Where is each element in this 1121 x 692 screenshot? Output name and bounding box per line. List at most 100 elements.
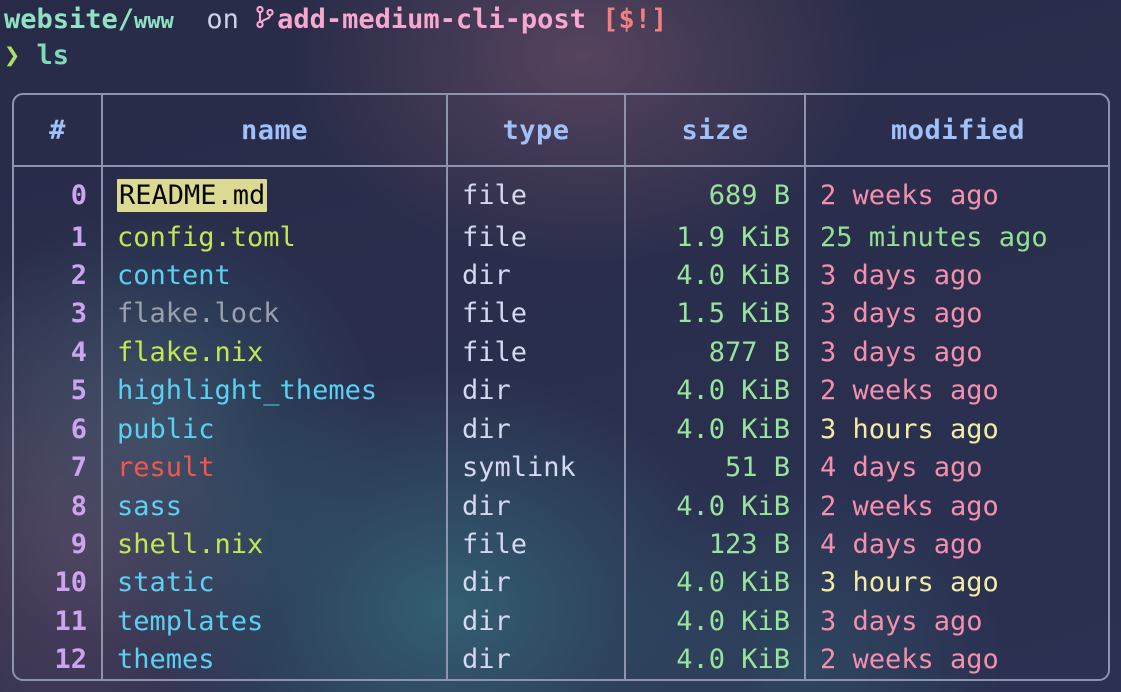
row-file-name[interactable]: public [102,410,448,449]
row-file-modified: 3 days ago [820,260,983,292]
table-row[interactable]: 1 config.toml file 1.9 KiB 25 minutes ago [14,217,1108,257]
row-file-size: 1.9 KiB [625,217,806,257]
terminal-window: website/www on add-medium-cli-post [$!] … [0,0,1121,692]
table-row[interactable]: 8 sass dir 4.0 KiB 2 weeks ago [14,486,1108,526]
table-row[interactable]: 6 public dir 4.0 KiB 3 hours ago [14,410,1108,449]
row-file-modified: 3 days ago [820,298,983,330]
table-row[interactable]: 10 static dir 4.0 KiB 3 hours ago [14,563,1108,603]
prompt-git-status: [$!] [602,4,668,35]
file-name-text: flake.nix [117,336,264,368]
table-row[interactable]: 4 flake.nix file 877 B 3 days ago [14,333,1108,372]
row-file-type: dir [447,640,626,679]
file-name-text: result [117,452,215,484]
table-row[interactable]: 9 shell.nix file 123 B 4 days ago [14,525,1108,564]
row-file-name[interactable]: static [102,563,448,603]
prompt-command-line: ❯ ls [4,38,667,74]
row-file-size: 689 B [625,166,806,218]
row-file-name[interactable]: shell.nix [102,525,448,564]
file-name-text: sass [117,490,183,522]
prompt-context-line: website/www on add-medium-cli-post [$!] [4,2,667,38]
shell-prompt-area: website/www on add-medium-cli-post [$!] … [0,0,667,74]
row-file-size: 4.0 KiB [625,563,806,603]
row-file-name[interactable]: templates [102,602,448,641]
row-index: 3 [14,294,103,334]
row-file-modified: 2 weeks ago [820,375,999,407]
prompt-space-1 [239,4,255,35]
prompt-command-text: ls [36,40,70,71]
row-file-size: 4.0 KiB [625,371,806,411]
row-file-modified: 25 minutes ago [820,221,1048,253]
row-file-name[interactable]: content [102,256,448,295]
prompt-space-3 [20,40,36,71]
ls-output-table: # name type size modified 0 README.md file… [12,93,1110,681]
file-name-text: highlight_themes [117,375,378,407]
row-index: 7 [14,448,103,487]
row-file-name[interactable]: flake.nix [102,333,448,372]
prompt-path: website/ [4,4,135,35]
row-index: 5 [14,371,103,411]
row-file-modified: 2 weeks ago [820,490,999,522]
table-row[interactable]: 0 README.md file 689 B 2 weeks ago [14,166,1108,218]
column-header-size[interactable]: size [625,95,806,167]
prompt-on-label: on [206,4,239,35]
column-header-type[interactable]: type [447,95,626,167]
row-file-size: 1.5 KiB [625,294,806,334]
prompt-path-subdir: www [134,9,174,34]
row-file-type: dir [447,371,626,411]
row-file-size: 51 B [625,448,806,487]
row-file-type: symlink [447,448,626,487]
prompt-space-2 [586,4,602,35]
row-file-modified: 2 weeks ago [820,644,999,676]
row-index: 11 [14,602,103,641]
row-file-size: 4.0 KiB [625,256,806,295]
row-file-modified: 4 days ago [820,529,983,560]
file-name-text: README.md [117,178,268,212]
prompt-branch-name: add-medium-cli-post [277,4,586,35]
git-branch-icon [255,4,275,40]
row-file-size: 4.0 KiB [625,602,806,641]
file-name-text: shell.nix [117,529,264,560]
row-index: 4 [14,333,103,372]
row-file-name[interactable]: config.toml [102,217,448,257]
row-index: 10 [14,563,103,603]
table-row[interactable]: 12 themes dir 4.0 KiB 2 weeks ago [14,640,1108,679]
prompt-on-word [174,4,207,35]
row-file-type: dir [447,602,626,641]
row-file-type: file [447,294,626,334]
column-header-index[interactable]: # [14,95,103,167]
file-name-text: config.toml [117,221,296,253]
row-file-name[interactable]: themes [102,640,448,679]
row-file-name[interactable]: result [102,448,448,487]
row-file-modified: 3 hours ago [820,567,999,599]
row-file-name[interactable]: highlight_themes [102,371,448,411]
row-file-modified: 3 hours ago [820,413,999,445]
row-file-modified: 3 days ago [820,336,983,368]
table-row[interactable]: 7 result symlink 51 B 4 days ago [14,448,1108,487]
row-index: 8 [14,486,103,526]
column-header-modified[interactable]: modified [805,95,1108,167]
row-file-type: dir [447,563,626,603]
row-index: 2 [14,256,103,295]
row-index: 9 [14,525,103,564]
table-row[interactable]: 2 content dir 4.0 KiB 3 days ago [14,256,1108,295]
file-name-text: public [117,413,215,445]
table-row[interactable]: 5 highlight_themes dir 4.0 KiB 2 weeks ago [14,371,1108,411]
row-file-name[interactable]: sass [102,486,448,526]
row-file-type: dir [447,410,626,449]
table-row[interactable]: 3 flake.lock file 1.5 KiB 3 days ago [14,294,1108,334]
row-file-type: file [447,166,626,218]
table-row[interactable]: 11 templates dir 4.0 KiB 3 days ago [14,602,1108,641]
column-header-name[interactable]: name [102,95,448,167]
row-index: 6 [14,410,103,449]
row-file-name[interactable]: flake.lock [102,294,448,334]
row-file-type: file [447,525,626,564]
row-file-name[interactable]: README.md [102,166,448,218]
row-file-size: 123 B [625,525,806,564]
file-name-text: themes [117,644,215,676]
row-file-type: dir [447,256,626,295]
row-file-size: 4.0 KiB [625,486,806,526]
row-index: 1 [14,217,103,257]
file-name-text: content [117,260,231,292]
table-header-row: # name type size modified [14,95,1108,167]
row-file-size: 4.0 KiB [625,410,806,449]
